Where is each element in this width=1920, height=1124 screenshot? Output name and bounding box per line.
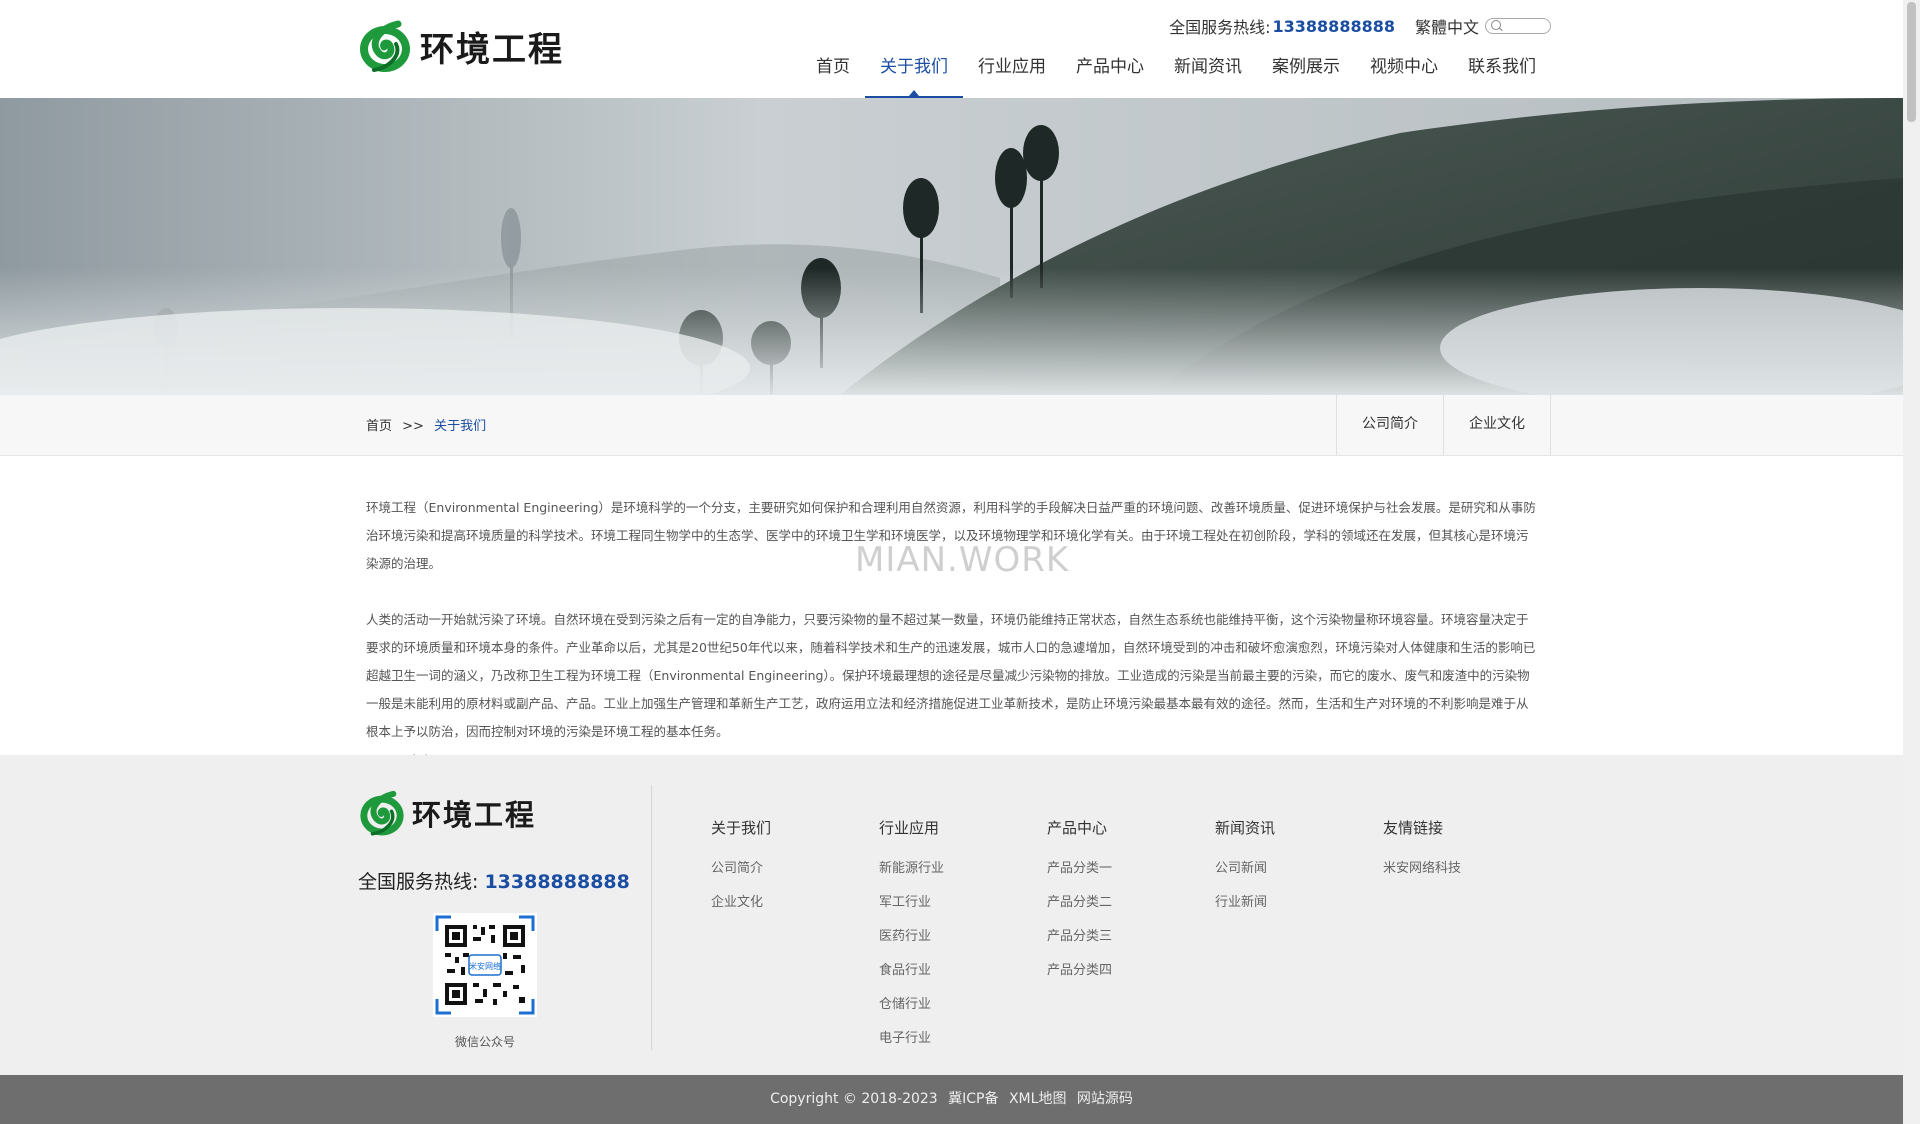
about-content: 环境工程（Environmental Engineering）是环境科学的一个分… [366,494,1538,774]
breadcrumb-separator: >> [402,419,424,434]
footer-col-industry: 行业应用 新能源行业 军工行业 医药行业 食品行业 仓储行业 电子行业 [879,817,944,1056]
copyright-bar: Copyright © 2018-2023 冀ICP备 XML地图 网站源码 [0,1075,1903,1124]
nav-item-products[interactable]: 产品中心 [1061,50,1159,98]
footer-link[interactable]: 仓储行业 [879,988,944,1022]
footer-link[interactable]: 电子行业 [879,1022,944,1056]
language-switch[interactable]: 繁體中文 [1415,14,1479,38]
logo-text: 环境工程 [420,29,564,70]
subnav-corporate-culture[interactable]: 企业文化 [1444,395,1551,455]
footer-logo[interactable]: 环境工程 [358,787,536,839]
footer-col-about: 关于我们 公司简介 企业文化 [711,817,771,920]
site-header: 环境工程 全国服务热线: 13388888888 繁體中文 首页 关于我们 行业… [0,0,1903,98]
footer-col-links: 友情链接 米安网络科技 [1383,817,1461,886]
icp-link[interactable]: 冀ICP备 [948,1091,998,1107]
nav-item-industry[interactable]: 行业应用 [963,50,1061,98]
qr-caption: 微信公众号 [454,1035,515,1049]
hotline-number: 13388888888 [1272,16,1395,36]
footer-hotline-label: 全国服务热线: [358,871,479,893]
search-icon [1491,20,1501,30]
footer-col-title[interactable]: 行业应用 [879,817,944,838]
misty-mountain-illustration [0,98,1903,395]
nav-item-about[interactable]: 关于我们 [865,50,963,98]
breadcrumb-home[interactable]: 首页 [366,419,392,434]
footer-link[interactable]: 行业新闻 [1215,886,1275,920]
nav-item-video[interactable]: 视频中心 [1355,50,1453,98]
nav-item-news[interactable]: 新闻资讯 [1159,50,1257,98]
qr-code-icon: 米安网络 [433,913,537,1017]
footer-link[interactable]: 军工行业 [879,886,944,920]
nav-item-home[interactable]: 首页 [801,50,865,98]
sitemap-link[interactable]: XML地图 [1009,1091,1066,1107]
subnav-company-intro[interactable]: 公司简介 [1337,395,1444,455]
footer-hotline: 全国服务热线: 13388888888 [358,867,630,894]
footer-link[interactable]: 米安网络科技 [1383,852,1461,886]
banner-image [0,98,1903,395]
footer-link[interactable]: 食品行业 [879,954,944,988]
footer-col-title[interactable]: 关于我们 [711,817,771,838]
footer-col-title[interactable]: 产品中心 [1047,817,1112,838]
source-link[interactable]: 网站源码 [1077,1091,1133,1107]
site-footer: 环境工程 全国服务热线: 13388888888 米安网络 微信公众号 关于我们… [0,755,1903,1075]
search-input[interactable] [1485,18,1551,34]
page-scrollbar[interactable] [1903,0,1920,1124]
main-nav: 首页 关于我们 行业应用 产品中心 新闻资讯 案例展示 视频中心 联系我们 [801,50,1551,98]
hotline-label: 全国服务热线: [1169,18,1271,37]
footer-link[interactable]: 公司新闻 [1215,852,1275,886]
footer-link[interactable]: 公司简介 [711,852,771,886]
footer-link[interactable]: 企业文化 [711,886,771,920]
footer-link[interactable]: 产品分类三 [1047,920,1112,954]
nav-item-cases[interactable]: 案例展示 [1257,50,1355,98]
footer-link[interactable]: 产品分类一 [1047,852,1112,886]
footer-divider [651,785,652,1050]
top-bar: 全国服务热线: 13388888888 繁體中文 [1169,14,1551,38]
wechat-qr-code: 米安网络 [433,913,537,1017]
footer-link[interactable]: 医药行业 [879,920,944,954]
footer-logo-text: 环境工程 [412,798,537,832]
page: 环境工程 全国服务热线: 13388888888 繁體中文 首页 关于我们 行业… [0,0,1903,1124]
logo-swirl-icon [360,790,404,836]
sub-nav: 公司简介 企业文化 [1336,395,1551,455]
site-logo[interactable]: 环境工程 [358,16,564,76]
scrollbar-thumb[interactable] [1907,2,1916,122]
breadcrumb-bar: 首页 >> 关于我们 公司简介 企业文化 [0,395,1903,456]
footer-hotline-number: 13388888888 [484,871,630,893]
nav-item-contact[interactable]: 联系我们 [1453,50,1551,98]
footer-col-title[interactable]: 新闻资讯 [1215,817,1275,838]
footer-link[interactable]: 产品分类四 [1047,954,1112,988]
breadcrumb-current[interactable]: 关于我们 [434,419,486,434]
copyright-text: Copyright © 2018-2023 [770,1091,938,1107]
footer-col-news: 新闻资讯 公司新闻 行业新闻 [1215,817,1275,920]
logo-swirl-icon [360,20,410,72]
footer-col-title: 友情链接 [1383,819,1444,837]
qr-center-label: 米安网络 [469,961,501,971]
footer-link[interactable]: 产品分类二 [1047,886,1112,920]
footer-link[interactable]: 新能源行业 [879,852,944,886]
content-paragraph-2: 人类的活动一开始就污染了环境。自然环境在受到污染之后有一定的自净能力，只要污染物… [366,612,1536,739]
watermark-text: MIAN.WORK [855,540,1070,580]
breadcrumb: 首页 >> 关于我们 [366,415,486,434]
footer-col-products: 产品中心 产品分类一 产品分类二 产品分类三 产品分类四 [1047,817,1112,988]
